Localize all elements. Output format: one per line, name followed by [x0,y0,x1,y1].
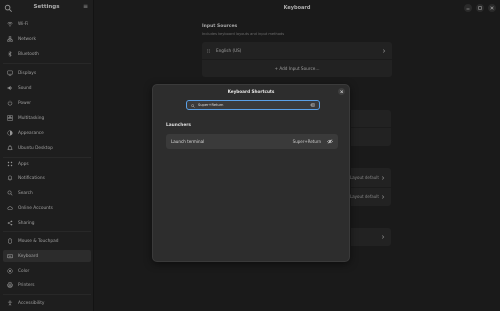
shortcut-row-launch-terminal[interactable]: Launch terminal Super+Return [166,134,338,149]
search-icon [191,103,195,108]
launchers-heading: Launchers [166,123,191,128]
close-icon [339,89,344,94]
dialog-close-button[interactable] [338,88,345,95]
dialog-title: Keyboard Shortcuts [227,89,275,94]
keyboard-shortcuts-dialog: Keyboard Shortcuts Launchers Launch term… [152,84,350,262]
shortcut-search-input[interactable] [198,101,298,109]
eye-slash-icon[interactable] [327,139,333,144]
shortcut-accelerator: Super+Return [292,139,321,144]
shortcut-search-box[interactable] [186,100,320,110]
clear-icon[interactable] [310,103,315,107]
shortcut-name: Launch terminal [171,139,205,144]
